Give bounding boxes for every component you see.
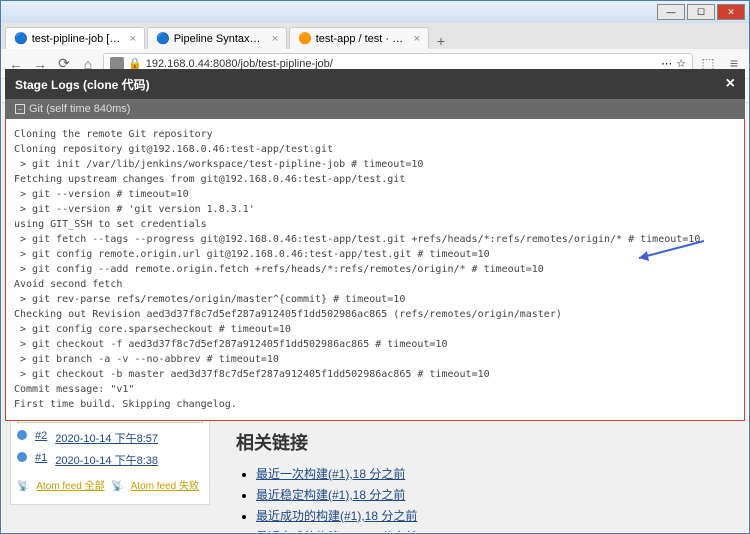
build-time[interactable]: 2020-10-14 下午8:38 xyxy=(55,452,158,468)
tab-close-icon[interactable]: × xyxy=(414,33,420,45)
log-section-title: Git (self time 840ms) xyxy=(29,103,130,115)
tab-gitlab[interactable]: 🟠 test-app / test · GitLab × xyxy=(289,27,429,49)
modal-title: Stage Logs (clone 代码) xyxy=(15,76,150,93)
tab-icon: 🔵 xyxy=(156,32,170,45)
build-status-icon xyxy=(17,452,27,462)
window-minimize-button[interactable]: — xyxy=(657,4,685,20)
build-item[interactable]: #2 2020-10-14 下午8:57 xyxy=(17,427,203,449)
tab-icon: 🟠 xyxy=(298,32,312,45)
modal-header: Stage Logs (clone 代码) × xyxy=(5,69,745,99)
related-link[interactable]: 最近成功的构建(#1),18 分之前 xyxy=(256,509,417,523)
window-close-button[interactable]: ✕ xyxy=(717,4,745,20)
browser-tabs: 🔵 test-pipline-job [Jenkins] × 🔵 Pipelin… xyxy=(1,23,749,49)
log-output: Cloning the remote Git repository Clonin… xyxy=(5,119,745,421)
modal-close-button[interactable]: × xyxy=(726,75,735,93)
tab-close-icon[interactable]: × xyxy=(130,33,136,45)
tab-label: test-pipline-job [Jenkins] xyxy=(32,33,122,45)
tab-jenkins[interactable]: 🔵 test-pipline-job [Jenkins] × xyxy=(5,27,145,49)
atom-feed-all[interactable]: Atom feed 全部 xyxy=(36,481,104,492)
collapse-icon[interactable]: − xyxy=(15,104,25,114)
build-item[interactable]: #1 2020-10-14 下午8:38 xyxy=(17,449,203,471)
rss-icon: 📡 xyxy=(111,481,123,492)
modal-subheader[interactable]: − Git (self time 840ms) xyxy=(5,99,745,119)
build-number[interactable]: #2 xyxy=(35,430,47,446)
build-status-icon xyxy=(17,430,27,440)
new-tab-button[interactable]: + xyxy=(431,33,451,49)
related-link[interactable]: 最近一次构建(#1),18 分之前 xyxy=(256,467,405,481)
build-time[interactable]: 2020-10-14 下午8:57 xyxy=(55,430,158,446)
url-text: 192.168.0.44:8080/job/test-pipline-job/ xyxy=(146,58,657,70)
window-maximize-button[interactable]: ☐ xyxy=(687,4,715,20)
tab-label: test-app / test · GitLab xyxy=(316,33,406,45)
atom-feed-fail[interactable]: Atom feed 失败 xyxy=(131,481,199,492)
tab-close-icon[interactable]: × xyxy=(272,33,278,45)
related-link[interactable]: 最近完成的构建(#1),18 分之前 xyxy=(256,530,417,532)
tab-icon: 🔵 xyxy=(14,32,28,45)
build-number[interactable]: #1 xyxy=(35,452,47,468)
rss-icon: 📡 xyxy=(17,481,29,492)
tab-pipeline-syntax[interactable]: 🔵 Pipeline Syntax Snippet Gen × xyxy=(147,27,287,49)
stage-logs-modal: Stage Logs (clone 代码) × − Git (self time… xyxy=(5,69,745,421)
related-link[interactable]: 最近稳定构建(#1),18 分之前 xyxy=(256,488,405,502)
tab-label: Pipeline Syntax Snippet Gen xyxy=(174,33,264,45)
window-titlebar: — ☐ ✕ xyxy=(1,1,749,23)
related-links-title: 相关链接 xyxy=(236,429,740,455)
